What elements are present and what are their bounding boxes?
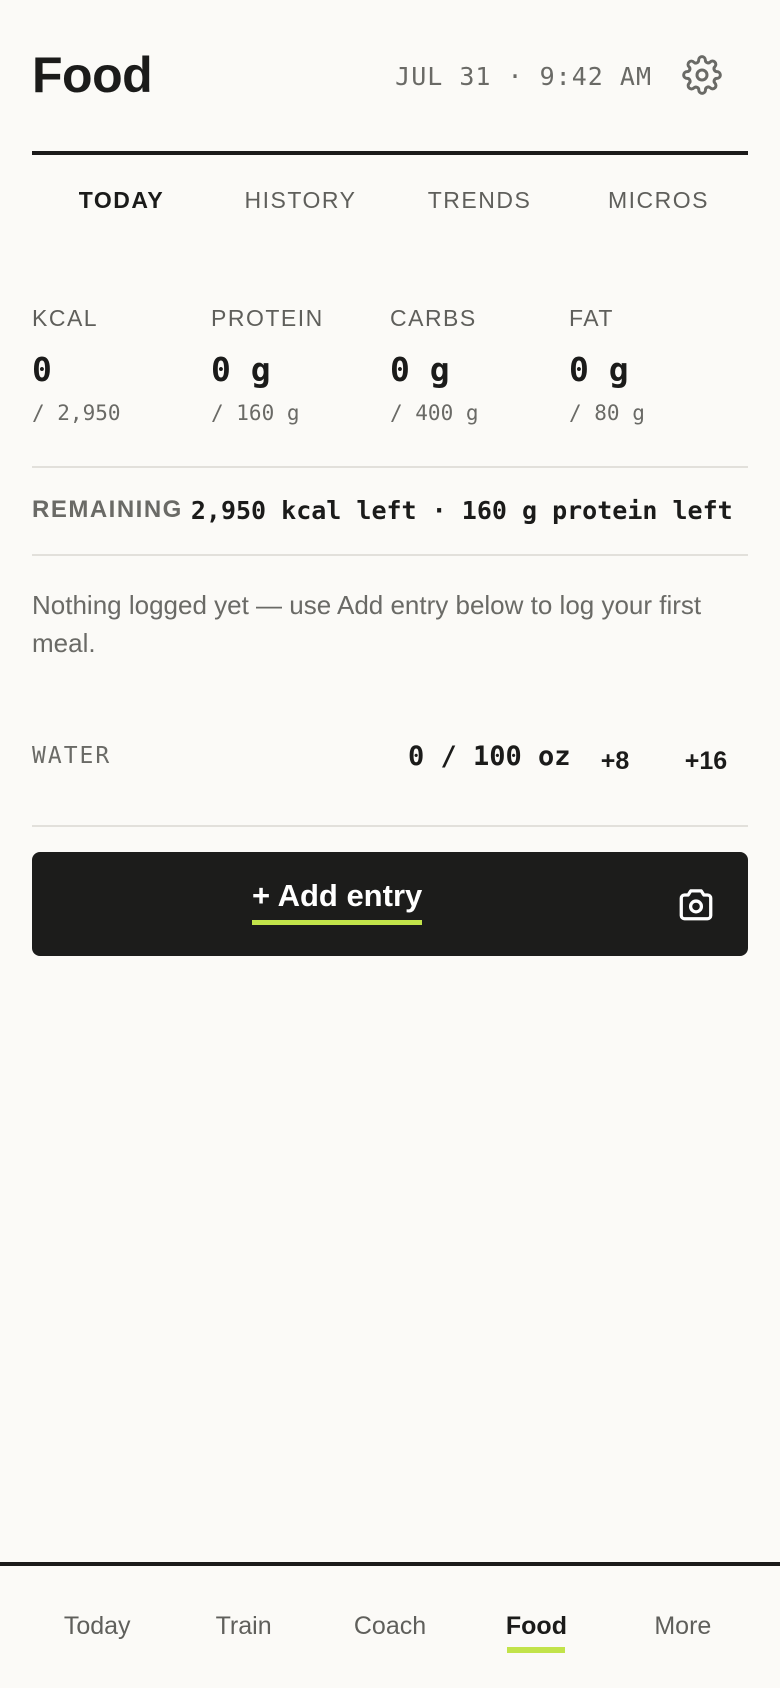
macro-label: KCAL bbox=[32, 305, 99, 331]
tab-micros[interactable]: MICROS bbox=[569, 178, 748, 222]
tab-trends[interactable]: TRENDS bbox=[390, 178, 569, 222]
macro-kcal: KCAL 0 / 2,950 bbox=[32, 300, 211, 440]
remaining-text: 2,950 kcal left · 160 g protein left bbox=[190, 495, 733, 525]
water-label: WATER bbox=[32, 743, 112, 769]
water-count: 0 / 100 oz bbox=[408, 741, 571, 772]
macro-value: 0 bbox=[32, 350, 52, 389]
macro-target: / 160 g bbox=[211, 401, 300, 425]
macro-protein: PROTEIN 0 g / 160 g bbox=[211, 300, 390, 440]
nav-item-more[interactable]: More bbox=[610, 1566, 756, 1688]
header: Food JUL 31 · 9:42 AM bbox=[32, 40, 748, 114]
macro-value: 0 g bbox=[211, 350, 271, 389]
camera-icon[interactable] bbox=[676, 886, 716, 922]
nav-item-train[interactable]: Train bbox=[170, 1566, 316, 1688]
remaining-summary: REMAINING 2,950 kcal left · 160 g protei… bbox=[32, 490, 748, 530]
nav-item-label: Coach bbox=[353, 1612, 427, 1640]
macro-fat: FAT 0 g / 80 g bbox=[569, 300, 748, 440]
tab-bar: TODAY HISTORY TRENDS MICROS bbox=[32, 178, 748, 222]
macro-carbs: CARBS 0 g / 400 g bbox=[390, 300, 569, 440]
nav-item-label: Train bbox=[215, 1612, 272, 1640]
date-time: JUL 31 · 9:42 AM bbox=[395, 62, 652, 91]
macro-target: / 80 g bbox=[569, 401, 645, 425]
add-water-16-button[interactable]: +16 bbox=[668, 737, 744, 785]
remaining-label: REMAINING bbox=[32, 496, 183, 523]
divider bbox=[32, 466, 748, 468]
nav-item-label: Today bbox=[63, 1612, 131, 1640]
page-title: Food bbox=[32, 47, 153, 103]
macro-target: / 2,950 bbox=[32, 401, 121, 425]
nav-item-label: More bbox=[654, 1612, 712, 1640]
add-entry-label: + Add entry bbox=[252, 878, 423, 925]
macro-target: / 400 g bbox=[390, 401, 479, 425]
divider bbox=[32, 825, 748, 827]
macro-value: 0 g bbox=[569, 350, 629, 389]
bottom-nav: Today Train Coach Food More bbox=[0, 1566, 780, 1688]
nav-item-coach[interactable]: Coach bbox=[317, 1566, 463, 1688]
empty-state-message: Nothing logged yet — use Add entry below… bbox=[32, 590, 702, 658]
tab-today[interactable]: TODAY bbox=[32, 178, 211, 222]
macro-label: PROTEIN bbox=[211, 305, 324, 331]
gear-icon[interactable] bbox=[682, 55, 722, 95]
macro-value: 0 g bbox=[390, 350, 450, 389]
macro-label: FAT bbox=[569, 305, 614, 331]
add-water-8-button[interactable]: +8 bbox=[584, 737, 646, 785]
nav-item-food[interactable]: Food bbox=[463, 1566, 609, 1688]
macro-label: CARBS bbox=[390, 305, 477, 331]
add-entry-button[interactable]: + Add entry bbox=[32, 852, 748, 956]
nav-item-label: Food bbox=[505, 1612, 567, 1640]
tab-history[interactable]: HISTORY bbox=[211, 178, 390, 222]
divider bbox=[32, 554, 748, 556]
active-indicator bbox=[507, 1647, 566, 1653]
nav-item-today[interactable]: Today bbox=[24, 1566, 170, 1688]
header-divider bbox=[32, 151, 748, 155]
macro-summary: KCAL 0 / 2,950 PROTEIN 0 g / 160 g CARBS… bbox=[32, 300, 748, 440]
